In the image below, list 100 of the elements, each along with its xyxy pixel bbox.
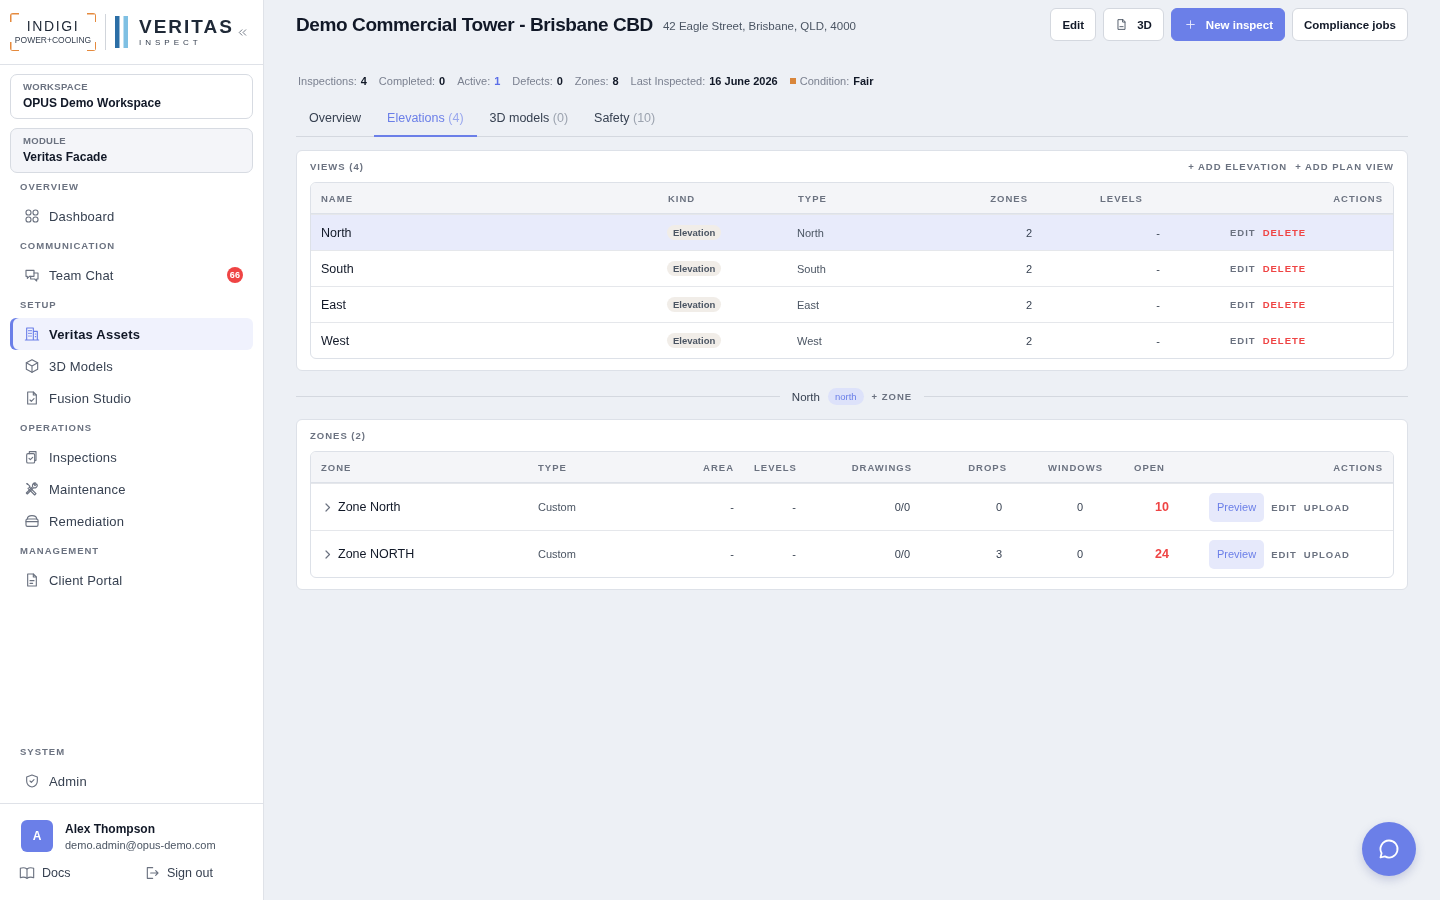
docs-link[interactable]: Docs [19, 865, 144, 881]
action-link[interactable]: EDIT [1271, 548, 1297, 560]
tab[interactable]: Overview [296, 100, 375, 137]
kind-tag: Elevation [667, 297, 722, 312]
stat-value: 16 June 2026 [709, 75, 778, 87]
table-cell-text: 0/0 [893, 501, 911, 513]
header-button[interactable]: Edit [1050, 8, 1097, 41]
logo-wordmark: INDIGI [26, 19, 80, 34]
table-cell-text: - [791, 501, 797, 513]
action-link[interactable]: EDIT [1230, 299, 1256, 310]
stat-label: Zones: [574, 75, 609, 87]
chat-button[interactable] [1362, 822, 1416, 876]
add-zone-link[interactable]: + ZONE [871, 391, 913, 402]
table-cell-text: 2 [1024, 334, 1033, 347]
sign-out-link[interactable]: Sign out [144, 865, 213, 881]
table-row[interactable]: East Elevation East 2 - EDIT DELETE [311, 286, 1393, 322]
panel-title: ZONES (2) [310, 430, 366, 441]
table-cell-text: - [1155, 298, 1161, 311]
selector-value: Veritas Facade [23, 150, 109, 165]
header-button[interactable]: 3D [1103, 8, 1164, 41]
table-cell-text: 2 [1024, 298, 1033, 311]
stat-label: Inspections: [298, 75, 357, 87]
table-cell-text: 2 [1024, 262, 1033, 275]
table-cell-text: East [796, 298, 820, 311]
table-cell-text: 0 [1075, 501, 1084, 513]
table-row[interactable]: South Elevation South 2 - EDIT DELETE [311, 250, 1393, 286]
stat-value: 1 [494, 75, 501, 87]
section-title: SYSTEM [19, 745, 67, 759]
sidebar-item[interactable]: Admin [10, 765, 253, 797]
table-cell-text: - [729, 501, 735, 513]
sidebar-item[interactable]: Client Portal [10, 564, 253, 596]
add-link[interactable]: + ADD PLAN VIEW [1295, 161, 1394, 172]
selector-value: OPUS Demo Workspace [23, 96, 162, 111]
table-cell-text: 3 [994, 548, 1003, 560]
primary-button[interactable]: New inspect [1170, 8, 1285, 41]
action-link[interactable]: UPLOAD [1303, 548, 1350, 560]
action-link[interactable]: EDIT [1230, 227, 1256, 238]
chevron-icon[interactable] [323, 502, 332, 512]
table-cell-text: East [320, 297, 347, 312]
workspace-selector[interactable]: WORKSPACE OPUS Demo Workspace [10, 74, 253, 119]
sidebar-item[interactable]: 3D Models [10, 350, 253, 382]
column-header: DROPS [967, 461, 1008, 473]
sidebar-item[interactable]: Veritas Assets [10, 318, 253, 350]
zone-bar-title: North [791, 390, 820, 403]
stat-label: Defects: [512, 75, 553, 87]
column-header: WINDOWS [1046, 461, 1104, 473]
product-name: VERITAS [139, 16, 234, 37]
file-icon [1115, 18, 1129, 31]
zone-name: Zone North [338, 500, 401, 514]
panel-title: VIEWS (4) [310, 161, 364, 172]
page-title: Demo Commercial Tower - Brisbane CBD [296, 13, 653, 36]
section-title: COMMUNICATION [19, 239, 117, 253]
stat-value: 8 [612, 75, 619, 87]
document-icon [24, 572, 40, 588]
grid-icon [24, 208, 40, 224]
table-cell-text: 0 [994, 501, 1003, 513]
sidebar-item[interactable]: Inspections [10, 441, 253, 473]
view-tag: north [827, 388, 864, 405]
sidebar-item[interactable]: Fusion Studio [10, 382, 253, 414]
table-cell-text: Custom [537, 501, 577, 513]
module-selector[interactable]: MODULE Veritas Facade [10, 128, 253, 173]
column-header: DRAWINGS [850, 461, 913, 473]
sidebar-item[interactable]: Remediation [10, 505, 253, 537]
selector-label: MODULE [23, 135, 67, 147]
action-link[interactable]: EDIT [1230, 335, 1256, 346]
stat-value: 0 [439, 75, 446, 87]
header-button[interactable]: Compliance jobs [1291, 8, 1408, 41]
action-link[interactable]: EDIT [1230, 263, 1256, 274]
chevron-icon[interactable] [323, 549, 332, 559]
chat-bubble-icon [1377, 837, 1401, 861]
stat-label: Last Inspected: [630, 75, 706, 87]
column-header: OPEN [1133, 461, 1166, 473]
action-link[interactable]: DELETE [1262, 263, 1307, 274]
table-row[interactable]: North Elevation North 2 - EDIT DELETE [311, 214, 1393, 250]
product-tagline: INSPECT [139, 37, 203, 48]
table-cell-text: - [791, 548, 797, 560]
table-cell-text: North [796, 226, 825, 239]
table-row[interactable]: West Elevation West 2 - EDIT DELETE [311, 322, 1393, 358]
sidebar-item[interactable]: Maintenance [10, 473, 253, 505]
action-link[interactable]: UPLOAD [1303, 501, 1350, 513]
column-header: ACTIONS [1332, 192, 1384, 204]
open-count: 10 [1155, 500, 1169, 514]
column-header: LEVELS [753, 461, 798, 473]
sidebar-item[interactable]: Dashboard [10, 200, 253, 232]
tab[interactable]: Safety (10) [581, 100, 669, 137]
avatar: A [21, 820, 53, 852]
tab[interactable]: 3D models (0) [476, 100, 582, 137]
table-cell-text: 2 [1024, 226, 1033, 239]
table-cell-text: North [320, 225, 353, 240]
action-link[interactable]: EDIT [1271, 501, 1297, 513]
sign-out-icon [144, 865, 160, 881]
action-link[interactable]: DELETE [1262, 299, 1307, 310]
sidebar-item[interactable]: Team Chat 66 [10, 259, 253, 291]
action-link[interactable]: DELETE [1262, 335, 1307, 346]
column-header: TYPE [537, 461, 568, 473]
table-cell-text: - [1155, 226, 1161, 239]
add-link[interactable]: + ADD ELEVATION [1188, 161, 1288, 172]
user-email: demo.admin@opus-demo.com [65, 838, 216, 851]
column-header: ZONES [989, 192, 1029, 204]
section-title: MANAGEMENT [19, 544, 101, 558]
